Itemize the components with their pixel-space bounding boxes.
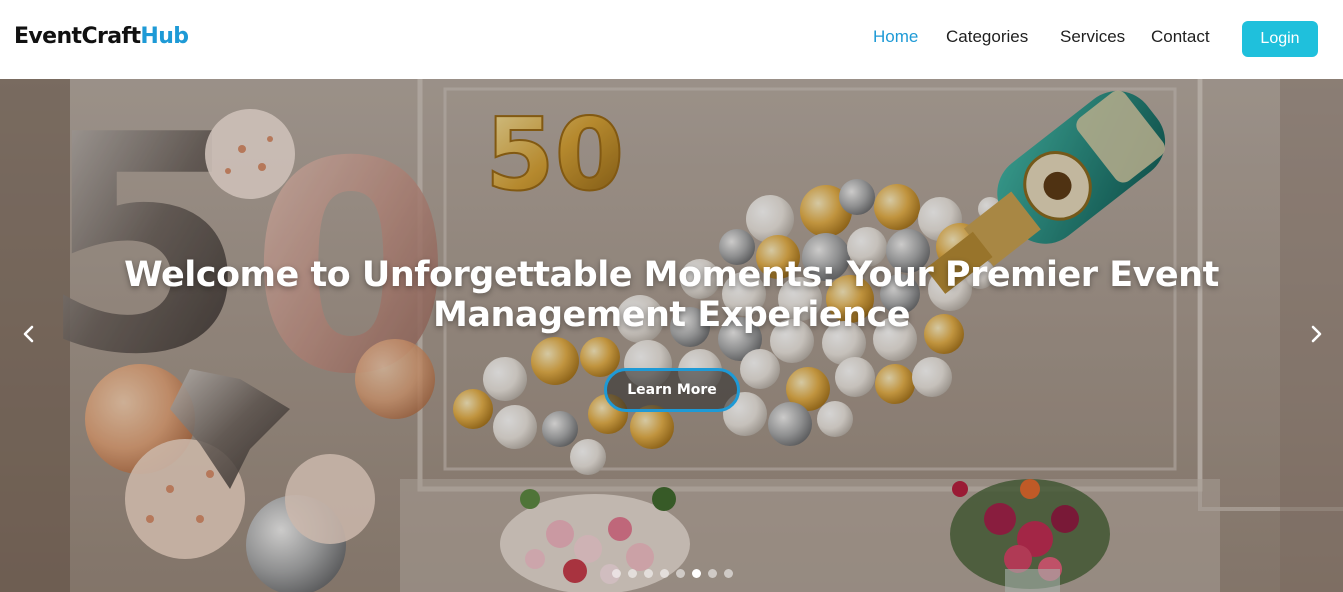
carousel-indicator[interactable] [612,569,621,578]
carousel-indicator[interactable] [628,569,637,578]
navbar: EventCraftHub Home Categories Services C… [0,0,1343,79]
carousel-next-icon[interactable] [1304,322,1328,346]
brand-name-part2: Hub [140,24,189,49]
carousel-indicator[interactable] [644,569,653,578]
carousel-prev-icon[interactable] [17,322,41,346]
hero-overlay [0,79,1343,592]
brand-name-part1: EventCraft [14,24,141,49]
carousel-indicator[interactable] [676,569,685,578]
carousel-indicator[interactable] [708,569,717,578]
brand-logo[interactable]: EventCraftHub [14,24,189,49]
nav-item-services[interactable]: Services [1060,27,1125,47]
login-button[interactable]: Login [1242,21,1318,57]
hero-title: Welcome to Unforgettable Moments: Your P… [124,255,1219,335]
carousel-indicator[interactable] [660,569,669,578]
learn-more-button[interactable]: Learn More [604,368,740,412]
nav-item-contact[interactable]: Contact [1151,27,1210,47]
carousel-indicators [612,569,733,578]
carousel-indicator-active[interactable] [692,569,701,578]
nav-item-categories[interactable]: Categories [946,27,1028,47]
hero-carousel: 50 5 0 Welcome to Unforgettable Moments:… [0,79,1343,592]
carousel-indicator[interactable] [724,569,733,578]
nav-item-home[interactable]: Home [873,27,918,47]
